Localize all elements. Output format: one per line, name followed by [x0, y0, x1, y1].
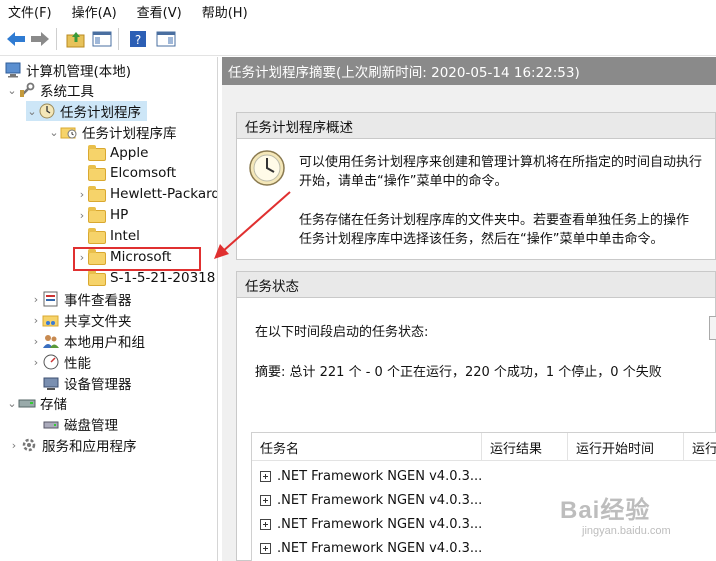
watermark-brand: Bai经验	[560, 497, 651, 524]
annotation-arrow	[214, 191, 291, 259]
watermark: Bai经验 jingyan.baidu.com	[560, 490, 710, 550]
watermark-url: jingyan.baidu.com	[582, 525, 671, 537]
